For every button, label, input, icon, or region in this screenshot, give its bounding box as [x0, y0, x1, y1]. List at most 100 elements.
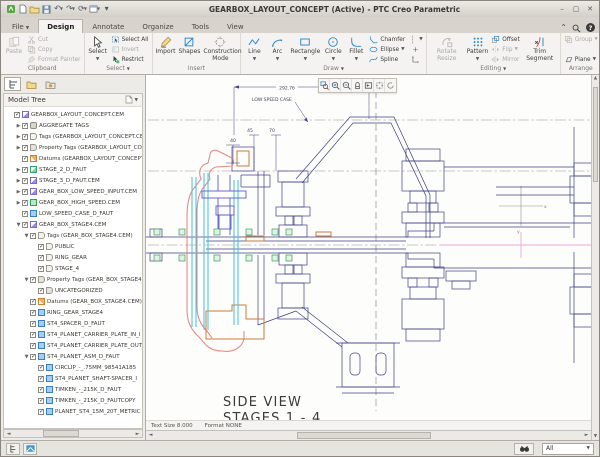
tree-item-public[interactable]: PUBLIC: [5, 241, 142, 252]
new-file-button[interactable]: [17, 3, 28, 15]
previous-view-icon[interactable]: [363, 79, 374, 92]
tree-item-checkbox[interactable]: [22, 200, 28, 206]
tree-item-property-tags-gearbox-layout-co[interactable]: ▶Property Tags (GEARBOX_LAYOUT_CO: [5, 142, 142, 153]
ribbon-button-offset[interactable]: Offset: [491, 35, 519, 44]
tree-item-st4-planet-carrier-plate-out[interactable]: ST4_PLANET_CARRIER_PLATE_OUT: [5, 340, 142, 351]
scroll-thumb[interactable]: [593, 87, 598, 182]
ribbon-button-point[interactable]: [411, 45, 420, 54]
canvas-hscrollbar[interactable]: ◄ ►: [146, 430, 591, 440]
model-tree-tab[interactable]: [4, 77, 21, 91]
ribbon-button-import[interactable]: Import: [156, 35, 176, 56]
scroll-up-icon[interactable]: ▲: [592, 76, 599, 81]
tree-item-checkbox[interactable]: [22, 189, 28, 195]
tree-item-checkbox[interactable]: [38, 288, 44, 294]
tree-item-planet-st4-15m-20t-metric[interactable]: PLANET_ST4_15M_20T_METRIC: [5, 406, 142, 417]
gearbox-drawing[interactable]: x y: [146, 75, 593, 422]
tree-item-gear-box-low-speed-input-cem[interactable]: ▶GEAR_BOX_LOW_SPEED_INPUT.CEM: [5, 186, 142, 197]
expand-icon[interactable]: ▶: [15, 134, 22, 140]
tree-item-stage-4[interactable]: STAGE_4: [5, 263, 142, 274]
tree-item-checkbox[interactable]: [38, 365, 44, 371]
ribbon-button-trim-segment[interactable]: Trim Segment: [523, 35, 557, 62]
tree-item-gear-box-stage4-cem[interactable]: ▼GEAR_BOX_STAGE4.CEM: [5, 219, 142, 230]
ribbon-button-coord-system[interactable]: [411, 55, 420, 64]
ribbon-button-centerline[interactable]: ▼: [408, 35, 422, 44]
collapse-icon[interactable]: ▼: [15, 222, 22, 228]
customize-button[interactable]: ▾: [101, 3, 112, 15]
expand-icon[interactable]: ▶: [15, 189, 22, 195]
tree-item-tags-gear-box-stage4-cem[interactable]: ▼Tags (GEAR_BOX_STAGE4.CEM): [5, 230, 142, 241]
tree-item-checkbox[interactable]: [30, 277, 36, 283]
tree-item-circlip-75mm-98541a185[interactable]: CIRCLIP_-_.75MM_98541A185: [5, 362, 142, 373]
tree-item-checkbox[interactable]: [22, 156, 28, 162]
tree-item-checkbox[interactable]: [30, 332, 36, 338]
ribbon-button-line[interactable]: Line▼: [244, 35, 264, 62]
tree-item-checkbox[interactable]: [22, 145, 28, 151]
ribbon-button-shapes[interactable]: Shapes: [179, 35, 201, 56]
tree-item-ring-gear-stage4[interactable]: RING_GEAR_STAGE4: [5, 307, 142, 318]
ribbon-button-circle[interactable]: Circle▼: [323, 35, 343, 62]
tab-organize[interactable]: Organize: [133, 19, 182, 33]
zoom-region-icon[interactable]: [319, 79, 330, 92]
tree-item-stage-3-d-faut-cem[interactable]: ▶STAGE_3_D_FAUT.CEM: [5, 175, 142, 186]
pan-icon[interactable]: [352, 79, 363, 92]
tab-file[interactable]: File▼: [3, 19, 38, 33]
tree-item-checkbox[interactable]: [14, 112, 20, 118]
tree-settings-icon[interactable]: [125, 95, 133, 106]
favorites-tab[interactable]: [42, 77, 59, 91]
design-view-icon[interactable]: [23, 443, 37, 455]
tab-tools[interactable]: Tools: [183, 19, 218, 33]
scroll-thumb[interactable]: [297, 432, 431, 439]
tree-item-checkbox[interactable]: [30, 233, 36, 239]
ribbon-group-label[interactable]: Editing ▼: [427, 64, 560, 74]
ribbon-button-select-all[interactable]: Select All: [111, 35, 149, 44]
scroll-left-icon[interactable]: ◄: [4, 430, 13, 437]
tree-item-st4-spacer-d-faut[interactable]: ST4_SPACER_D_FAUT: [5, 318, 142, 329]
tree-item-uncategorized[interactable]: UNCATEGORIZED: [5, 285, 142, 296]
tree-item-checkbox[interactable]: [38, 244, 44, 250]
open-file-button[interactable]: [29, 3, 40, 15]
tree-item-stage-2-d-faut[interactable]: ▶STAGE_2_D_FAUT: [5, 164, 142, 175]
tree-item-checkbox[interactable]: [22, 222, 28, 228]
tree-item-datums-gear-box-stage4-cem[interactable]: Datums (GEAR_BOX_STAGE4.CEM): [5, 296, 142, 307]
tree-item-gear-box-high-speed-cem[interactable]: ▶GEAR_BOX_HIGH_SPEED.CEM: [5, 197, 142, 208]
tree-filter-icon[interactable]: [6, 443, 20, 455]
tree-item-st4-planet-carrier-plate-in-i[interactable]: ST4_PLANET_CARRIER_PLATE_IN_I: [5, 329, 142, 340]
tree-item-checkbox[interactable]: [22, 123, 28, 129]
tree-item-tags-gearbox-layout-concept-ce[interactable]: ▶Tags (GEARBOX_LAYOUT_CONCEPT.CE: [5, 131, 142, 142]
model-tree-hscrollbar[interactable]: ◄ ►: [3, 429, 143, 438]
ribbon-button-chamfer[interactable]: Chamfer: [369, 35, 405, 44]
tree-item-aggregate-tags[interactable]: ▶AGGREGATE TAGS: [5, 120, 142, 131]
close-window-button[interactable]: ▼: [89, 3, 100, 15]
scroll-down-icon[interactable]: ▼: [592, 434, 599, 439]
drawing-canvas[interactable]: x y: [146, 75, 599, 440]
close-button[interactable]: ✕: [585, 5, 595, 14]
tree-item-ring-gear[interactable]: RING_GEAR: [5, 252, 142, 263]
tree-item-low-speed-case-d-faut[interactable]: LOW_SPEED_CASE_D_FAUT: [5, 208, 142, 219]
redo-button[interactable]: ↷▼: [65, 3, 76, 15]
tree-item-checkbox[interactable]: [30, 354, 36, 360]
ribbon-button-plane[interactable]: Plane▼: [564, 55, 598, 64]
expand-icon[interactable]: ▶: [15, 200, 22, 206]
tree-item-checkbox[interactable]: [22, 134, 28, 140]
tree-item-checkbox[interactable]: [38, 387, 44, 393]
expand-icon[interactable]: ▶: [15, 178, 22, 184]
ribbon-button-restrict[interactable]: Restrict: [111, 55, 149, 64]
collapse-ribbon-icon[interactable]: ⌃: [560, 24, 567, 32]
tree-item-st4-planet-asm-d-faut[interactable]: ▼ST4_PLANET_ASM_D_FAUT: [5, 351, 142, 362]
scroll-left-icon[interactable]: ◄: [146, 431, 155, 440]
help-icon[interactable]: ?: [586, 23, 595, 32]
tree-item-checkbox[interactable]: [30, 310, 36, 316]
save-button[interactable]: [41, 3, 52, 15]
expand-icon[interactable]: ▶: [15, 123, 22, 129]
zoom-out-icon[interactable]: [341, 79, 352, 92]
scroll-thumb[interactable]: [43, 430, 79, 437]
ribbon-button-fillet[interactable]: Fillet▼: [346, 35, 366, 62]
tree-settings-caret-icon[interactable]: ▼: [135, 98, 138, 103]
tree-item-checkbox[interactable]: [30, 343, 36, 349]
ribbon-button-arc[interactable]: Arc▼: [267, 35, 287, 62]
tab-design[interactable]: Design: [38, 19, 83, 33]
regenerate-button[interactable]: ⟳▼: [77, 3, 88, 15]
tab-annotate[interactable]: Annotate: [83, 19, 133, 33]
refit-icon[interactable]: [374, 79, 385, 92]
ribbon-group-label[interactable]: Select ▼: [85, 64, 152, 74]
